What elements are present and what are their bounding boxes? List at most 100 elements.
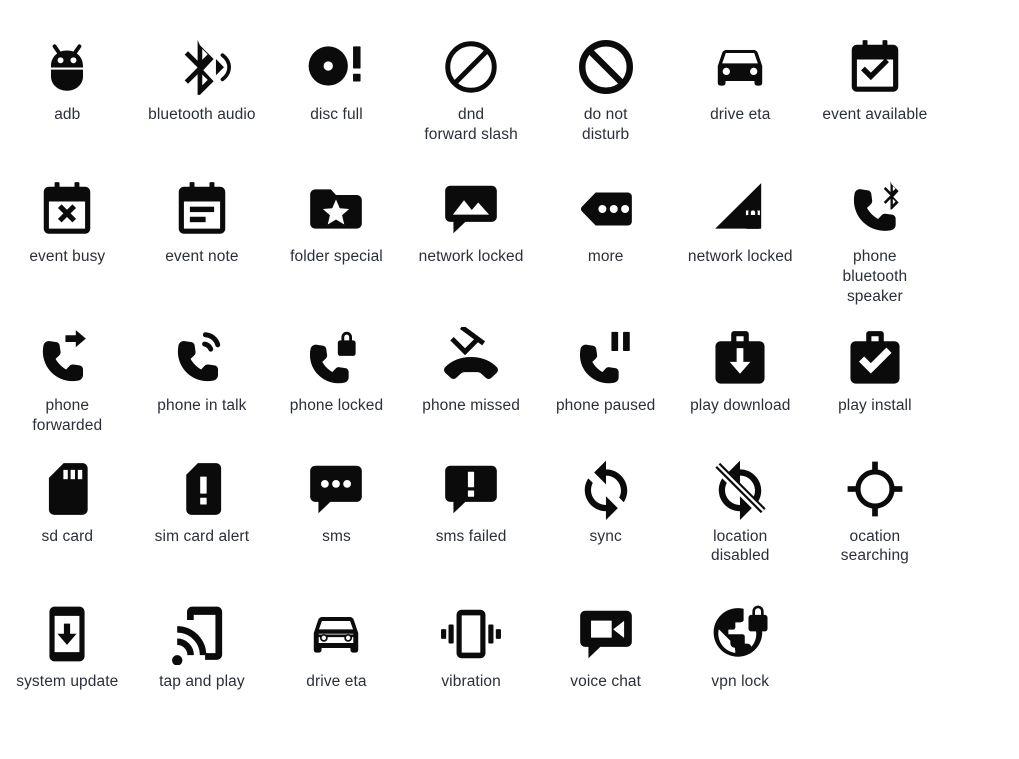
play-install-icon (844, 327, 906, 389)
icon-cell-sms-failed[interactable]: sms failed (404, 458, 539, 566)
tap-and-play-icon (171, 603, 233, 666)
vpn-lock-icon (709, 603, 771, 665)
icon-label: vibration (441, 673, 501, 691)
icon-label: drive eta (710, 106, 771, 123)
icon-label: tap and play (159, 673, 245, 691)
icon-label: location disabled (710, 527, 770, 565)
bluetooth-audio-icon (171, 36, 233, 98)
icon-cell-phone-missed[interactable]: phone missed (404, 327, 539, 435)
icon-cell-location-searching[interactable]: ocation searching (808, 458, 943, 566)
icon-label: network locked (687, 248, 793, 266)
icon-label: ocation searching (840, 527, 909, 565)
icon-label: play install (838, 397, 912, 415)
icon-label: network locked (418, 248, 524, 266)
phone-locked-icon (305, 327, 367, 389)
icon-label: phone missed (422, 397, 520, 415)
icon-cell-tap-and-play[interactable]: tap and play (135, 603, 270, 692)
sd-card-icon (36, 458, 98, 520)
sms-icon (305, 458, 367, 520)
icon-cell-system-update[interactable]: system update (0, 603, 135, 692)
phone-missed-icon (440, 327, 502, 389)
icon-label: event busy (29, 248, 106, 266)
icon-cell-more[interactable]: more (538, 178, 673, 306)
icon-cell-sync[interactable]: sync (538, 458, 673, 566)
icon-cell-sim-card-alert[interactable]: sim card alert (135, 458, 270, 566)
icon-cell-event-note[interactable]: event note (135, 178, 270, 306)
icon-cell-bluetooth-audio[interactable]: bluetooth audio (135, 36, 270, 144)
icon-cell-sms[interactable]: sms (269, 458, 404, 566)
icon-label: dnd forward slash (424, 106, 518, 143)
event-note-icon (171, 178, 233, 240)
icon-label: event available (822, 106, 928, 123)
icon-label: phone paused (555, 397, 656, 415)
icon-row: adb bluetooth audio disc full dnd forwar… (0, 36, 1019, 144)
icon-cell-drive-eta-outline[interactable]: drive eta (269, 603, 404, 692)
icon-cell-play-install[interactable]: play install (808, 327, 943, 435)
phone-paused-icon (575, 327, 637, 389)
folder-special-icon (305, 178, 367, 240)
icon-cell-location-disabled[interactable]: location disabled (673, 458, 808, 566)
location-searching-icon (844, 458, 906, 520)
location-disabled-icon (709, 458, 771, 520)
icon-label: sync (589, 527, 622, 545)
icon-label: drive eta (306, 673, 367, 691)
network-locked-signal-icon (709, 178, 771, 240)
sim-card-alert-icon (171, 458, 233, 520)
icon-label: more (587, 248, 624, 266)
phone-in-talk-icon (171, 327, 233, 389)
icon-label: event note (165, 248, 239, 266)
icon-cell-phone-forwarded[interactable]: phone forwarded (0, 327, 135, 435)
icon-cell-vibration[interactable]: vibration (404, 603, 539, 692)
icon-label: play download (690, 397, 791, 415)
icon-label: phone forwarded (32, 397, 103, 435)
icon-cell-voice-chat[interactable]: voice chat (538, 603, 673, 692)
event-available-icon (844, 36, 906, 98)
icon-label: bluetooth audio (148, 106, 256, 123)
icon-cell-network-locked-signal[interactable]: network locked (673, 178, 808, 306)
icon-cell-disc-full[interactable]: disc full (269, 36, 404, 144)
play-download-icon (709, 327, 771, 389)
icon-label: phone in talk (157, 397, 247, 415)
image-message-icon (440, 178, 502, 240)
drive-eta-outline-icon (305, 603, 367, 665)
icon-cell-event-busy[interactable]: event busy (0, 178, 135, 306)
icon-cell-do-not-disturb[interactable]: do not disturb (538, 36, 673, 144)
icon-cell-vpn-lock[interactable]: vpn lock (673, 603, 808, 692)
icon-label: adb (54, 106, 81, 123)
icon-row: phone forwarded phone in talk phone lock… (0, 327, 1019, 435)
icon-cell-phone-bluetooth-speaker[interactable]: phone bluetooth speaker (808, 178, 943, 306)
icon-row: event busy event note folder special net… (0, 178, 1019, 306)
icon-cell-play-download[interactable]: play download (673, 327, 808, 435)
icon-label: system update (16, 673, 119, 691)
sync-icon (575, 458, 637, 520)
icon-cell-dnd-forward-slash[interactable]: dnd forward slash (404, 36, 539, 144)
event-busy-icon (36, 178, 98, 240)
icon-label: sim card alert (154, 527, 250, 545)
icon-cell-drive-eta-filled[interactable]: drive eta (673, 36, 808, 144)
icon-cell-event-available[interactable]: event available (808, 36, 943, 144)
adb-bug-icon (36, 36, 98, 98)
icon-label: disc full (310, 106, 363, 123)
icon-cell-folder-special[interactable]: folder special (269, 178, 404, 306)
disc-full-icon (305, 36, 367, 98)
icon-sheet: adb bluetooth audio disc full dnd forwar… (0, 36, 1019, 759)
phone-bluetooth-speaker-icon (844, 178, 906, 240)
icon-row: system update tap and play drive eta vib… (0, 603, 1019, 692)
icon-label: sms failed (435, 527, 507, 545)
icon-cell-phone-locked[interactable]: phone locked (269, 327, 404, 435)
icon-label: sd card (41, 527, 94, 545)
icon-cell-phone-paused[interactable]: phone paused (538, 327, 673, 435)
sms-failed-icon (440, 458, 502, 520)
drive-eta-filled-icon (709, 36, 771, 98)
dnd-forward-slash-icon (440, 36, 502, 98)
icon-cell-sd-card[interactable]: sd card (0, 458, 135, 566)
icon-cell-phone-in-talk[interactable]: phone in talk (135, 327, 270, 435)
icon-label: phone locked (289, 397, 384, 415)
icon-label: voice chat (570, 673, 642, 691)
phone-forwarded-icon (36, 327, 98, 389)
icon-label: vpn lock (711, 673, 770, 691)
icon-cell-adb[interactable]: adb (0, 36, 135, 144)
icon-cell-image-message[interactable]: network locked (404, 178, 539, 306)
icon-label: phone bluetooth speaker (842, 248, 908, 305)
icon-row: sd card sim card alert sms sms failed sy… (0, 458, 1019, 566)
